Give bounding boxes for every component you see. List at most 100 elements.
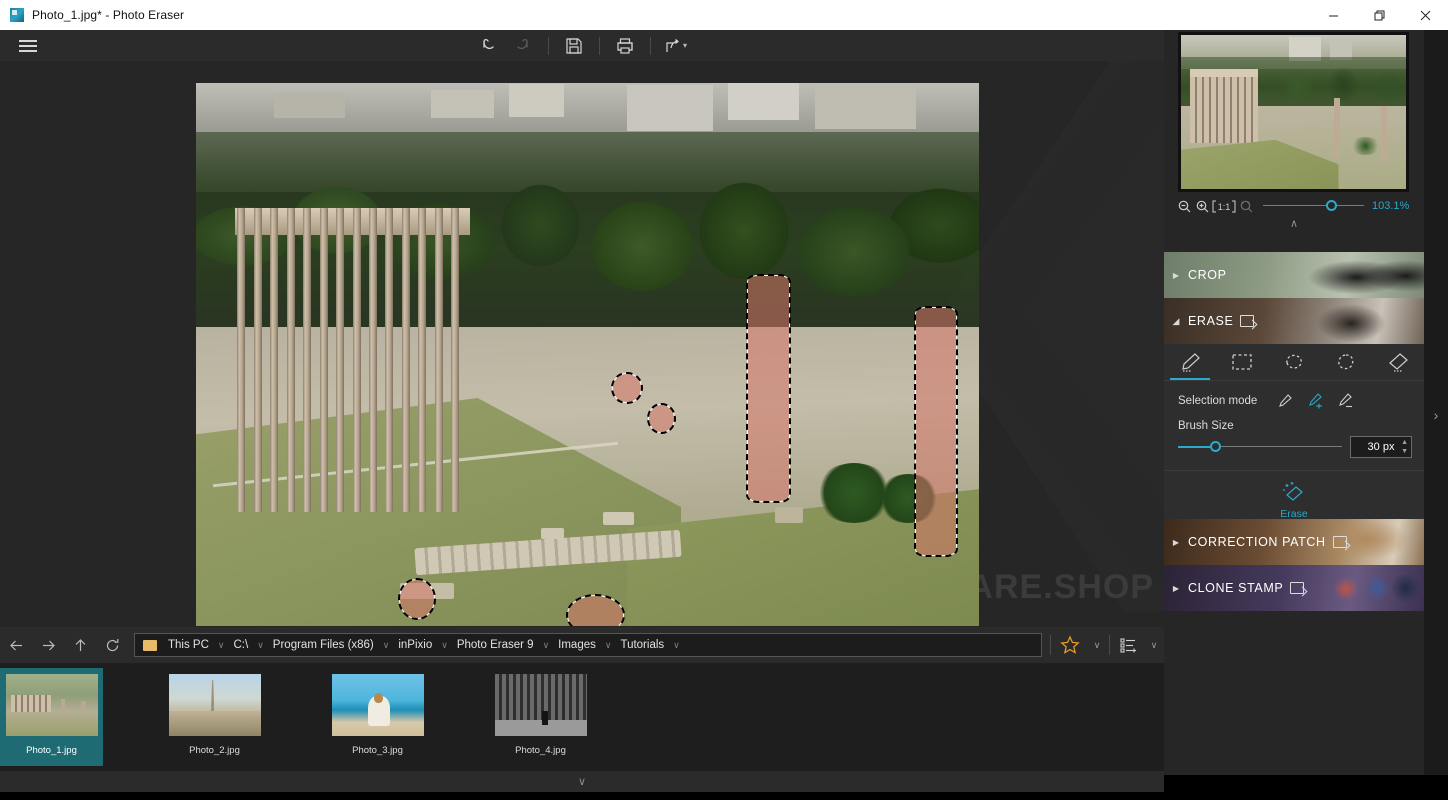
section-correction-patch-tutorial-icon[interactable] [1333,536,1347,548]
photo-image[interactable] [196,83,979,626]
right-panel-edge: › [1424,30,1448,775]
breadcrumb-item-4[interactable]: Photo Eraser 9 [454,639,537,651]
selection-person-1[interactable] [613,374,640,402]
selection-person-4[interactable] [568,596,623,626]
erase-tool-panel: Selection mode [1164,344,1424,519]
redo-icon[interactable] [506,30,540,61]
strip-collapse-handle[interactable]: ∨ [0,771,1164,792]
svg-text:1:1: 1:1 [1218,202,1231,212]
toolbar-divider-3 [650,37,651,55]
image-canvas[interactable]: TWARE.SHOP [0,61,1164,627]
spin-down-icon[interactable]: ▼ [1401,448,1408,455]
breadcrumb-item-3[interactable]: inPixio [395,639,435,651]
close-button[interactable] [1402,0,1448,30]
section-clone-stamp-title: CLONE STAMP [1188,581,1283,595]
chevron-down-icon[interactable]: ∨ [578,775,586,788]
panel-collapse-handle[interactable]: ∧ [1164,216,1424,230]
thumbnail-image-1 [169,674,261,736]
list-view-icon[interactable] [1112,627,1144,663]
restore-button[interactable] [1356,0,1402,30]
panel-expand-handle[interactable]: › [1424,400,1448,430]
brush-mode-icon[interactable] [1275,391,1295,411]
brush-size-spin-arrows[interactable]: ▲ ▼ [1401,439,1408,455]
selection-mode-label: Selection mode [1178,395,1257,407]
up-button[interactable] [64,627,96,663]
breadcrumb-item-2[interactable]: Program Files (x86) [270,639,377,651]
thumbnail-item-0[interactable]: Photo_1.jpg [0,668,103,766]
brush-tool-tab[interactable] [1164,344,1216,380]
window-title: Photo_1.jpg* - Photo Eraser [32,8,184,22]
share-icon[interactable]: ▾ [659,30,693,61]
section-clone-stamp-arrow-icon[interactable]: ▶ [1164,584,1188,593]
breadcrumb-separator-3[interactable]: ∨ [435,640,454,651]
main-toolbar: ▾ [0,30,1164,61]
selection-person-3[interactable] [400,580,434,618]
section-crop-arrow-icon[interactable]: ▶ [1164,271,1188,280]
eraser-tool-tab[interactable] [1372,344,1424,380]
breadcrumb-item-1[interactable]: C:\ [231,639,252,651]
breadcrumb-separator-4[interactable]: ∨ [537,640,556,651]
brush-size-slider[interactable] [1178,439,1342,455]
view-caret-icon[interactable]: ∨ [1144,627,1164,663]
selection-mode-row: Selection mode [1164,381,1424,411]
back-button[interactable] [0,627,32,663]
minimize-button[interactable] [1310,0,1356,30]
lasso-select-tool-tab[interactable] [1268,344,1320,380]
breadcrumb-separator-1[interactable]: ∨ [251,640,270,651]
breadcrumb-item-6[interactable]: Tutorials [617,639,667,651]
freehand-select-tool-tab[interactable] [1320,344,1372,380]
undo-icon[interactable] [472,30,506,61]
section-erase[interactable]: ◢ ERASE [1164,298,1424,344]
preview-thumbnail[interactable] [1178,32,1409,192]
section-clone-stamp-tutorial-icon[interactable] [1290,582,1304,594]
thumbnail-strip: Photo_1.jpg Photo_2.jpg Photo_3.jpg Phot… [0,663,1164,771]
thumbnail-item-3[interactable]: Photo_4.jpg [489,668,592,766]
breadcrumb-separator-2[interactable]: ∨ [377,640,396,651]
section-erase-tutorial-icon[interactable] [1240,315,1254,327]
breadcrumb-separator-5[interactable]: ∨ [599,640,618,651]
brush-size-stepper[interactable]: 30 px ▲ ▼ [1350,436,1412,458]
title-bar: Photo_1.jpg* - Photo Eraser [0,0,1448,30]
zoom-slider-handle[interactable] [1326,200,1337,211]
folder-icon [143,640,157,651]
breadcrumb-item-5[interactable]: Images [555,639,599,651]
share-caret-icon[interactable]: ▾ [683,41,687,50]
print-icon[interactable] [608,30,642,61]
spin-up-icon[interactable]: ▲ [1401,439,1408,446]
thumbnail-image-3 [495,674,587,736]
erase-button[interactable]: Erase [1164,471,1424,520]
breadcrumb-separator-6[interactable]: ∨ [667,640,686,651]
section-correction-patch[interactable]: ▶ CORRECTION PATCH [1164,519,1424,565]
toolbar-divider-2 [599,37,600,55]
app-window: Photo_1.jpg* - Photo Eraser [0,0,1448,800]
rectangle-select-tool-tab[interactable] [1216,344,1268,380]
section-crop[interactable]: ▶ CROP [1164,252,1424,298]
chevron-right-icon[interactable]: › [1434,407,1439,423]
section-erase-arrow-icon[interactable]: ◢ [1164,316,1188,327]
thumbnail-image-0 [6,674,98,736]
selection-person-2[interactable] [649,405,674,432]
selection-column-2[interactable] [916,308,955,555]
favorites-caret-icon[interactable]: ∨ [1087,627,1107,663]
section-erase-title: ERASE [1188,314,1233,328]
breadcrumb[interactable]: This PC ∨ C:\ ∨ Program Files (x86) ∨ in… [134,633,1042,657]
star-icon[interactable] [1053,627,1087,663]
zoom-percent-label: 103.1% [1372,200,1424,212]
brush-add-mode-icon[interactable] [1305,391,1325,411]
forward-button[interactable] [32,627,64,663]
chevron-up-icon[interactable]: ∧ [1290,217,1298,230]
refresh-button[interactable] [96,627,128,663]
file-navigation-bar: This PC ∨ C:\ ∨ Program Files (x86) ∨ in… [0,627,1164,663]
breadcrumb-item-0[interactable]: This PC [165,639,212,651]
preview-image [1181,35,1406,189]
section-clone-stamp[interactable]: ▶ CLONE STAMP [1164,565,1424,611]
brush-subtract-mode-icon[interactable] [1335,391,1355,411]
thumbnail-item-1[interactable]: Photo_2.jpg [163,668,266,766]
save-icon[interactable] [557,30,591,61]
selection-column-1[interactable] [748,276,789,501]
section-correction-patch-arrow-icon[interactable]: ▶ [1164,538,1188,547]
breadcrumb-separator-0[interactable]: ∨ [212,640,231,651]
brush-size-slider-handle[interactable] [1210,441,1221,452]
thumbnail-item-2[interactable]: Photo_3.jpg [326,668,429,766]
menu-icon[interactable] [11,30,45,61]
